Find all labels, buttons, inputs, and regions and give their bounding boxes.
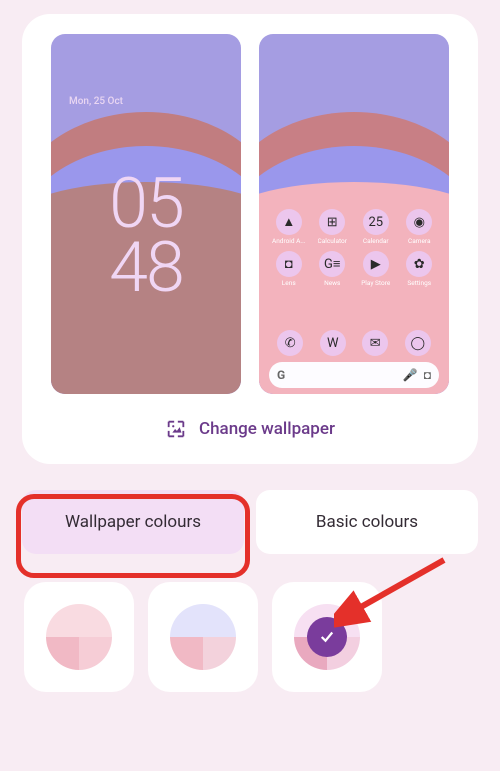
app-label: Lens bbox=[282, 279, 296, 287]
app-icon: ⊞ bbox=[319, 209, 345, 235]
mic-icon[interactable]: 🎤 bbox=[403, 368, 418, 382]
lockscreen-preview[interactable]: Mon, 25 Oct 05 48 bbox=[51, 34, 241, 394]
home-app-grid: ▲ Android A... ⊞ Calculator 25 Calendar ◉ Camer… bbox=[269, 209, 439, 287]
lens-icon[interactable]: ◘ bbox=[424, 368, 431, 382]
app-label: Android A... bbox=[272, 237, 306, 245]
selected-check-icon bbox=[307, 617, 347, 657]
dock-browser[interactable]: ◯ bbox=[405, 330, 431, 356]
lock-date: Mon, 25 Oct bbox=[69, 96, 123, 107]
app-0[interactable]: ▲ Android A... bbox=[269, 209, 309, 245]
wallpaper-icon bbox=[165, 418, 187, 440]
dock-messages[interactable]: ✉ bbox=[362, 330, 388, 356]
app-icon: ▲ bbox=[276, 209, 302, 235]
home-dock: ✆ W ✉ ◯ bbox=[269, 330, 439, 356]
colour-source-tabs: Wallpaper colours Basic colours bbox=[22, 490, 478, 554]
app-4[interactable]: ◘ Lens bbox=[269, 251, 309, 287]
dock-wear[interactable]: W bbox=[320, 330, 346, 356]
app-label: Play Store bbox=[361, 279, 390, 287]
swatch-purple[interactable] bbox=[272, 582, 382, 692]
app-icon: ✿ bbox=[406, 251, 432, 277]
lock-minute: 48 bbox=[51, 236, 241, 300]
colour-preview bbox=[46, 604, 112, 670]
app-icon: ◉ bbox=[406, 209, 432, 235]
homescreen-preview[interactable]: ▲ Android A... ⊞ Calculator 25 Calendar ◉ Camer… bbox=[259, 34, 449, 394]
app-label: Calculator bbox=[318, 237, 347, 245]
app-label: News bbox=[324, 279, 340, 287]
swatch-blue[interactable] bbox=[148, 582, 258, 692]
change-wallpaper-label: Change wallpaper bbox=[199, 419, 335, 439]
tab-basic-colours[interactable]: Basic colours bbox=[256, 490, 478, 554]
app-icon: 25 bbox=[363, 209, 389, 235]
tab-basic-label: Basic colours bbox=[316, 512, 418, 532]
app-icon: ◘ bbox=[276, 251, 302, 277]
app-7[interactable]: ✿ Settings bbox=[400, 251, 440, 287]
app-icon: G≡ bbox=[319, 251, 345, 277]
app-1[interactable]: ⊞ Calculator bbox=[313, 209, 353, 245]
app-label: Camera bbox=[408, 237, 431, 245]
app-5[interactable]: G≡ News bbox=[313, 251, 353, 287]
dock-phone[interactable]: ✆ bbox=[277, 330, 303, 356]
app-icon: ▶ bbox=[363, 251, 389, 277]
colour-preview bbox=[170, 604, 236, 670]
change-wallpaper-button[interactable]: Change wallpaper bbox=[42, 418, 458, 440]
lock-time: 05 48 bbox=[51, 172, 241, 301]
wallpaper-previews: Mon, 25 Oct 05 48 ▲ Android A... ⊞ Calculat… bbox=[42, 34, 458, 394]
app-label: Calendar bbox=[363, 237, 389, 245]
colour-swatches bbox=[24, 582, 476, 692]
app-3[interactable]: ◉ Camera bbox=[400, 209, 440, 245]
search-bar[interactable]: G 🎤 ◘ bbox=[269, 362, 439, 388]
app-2[interactable]: 25 Calendar bbox=[356, 209, 396, 245]
tab-wallpaper-colours[interactable]: Wallpaper colours bbox=[22, 490, 244, 554]
swatch-pink[interactable] bbox=[24, 582, 134, 692]
google-g-icon: G bbox=[277, 368, 285, 382]
app-6[interactable]: ▶ Play Store bbox=[356, 251, 396, 287]
app-label: Settings bbox=[407, 279, 431, 287]
preview-card: Mon, 25 Oct 05 48 ▲ Android A... ⊞ Calculat… bbox=[22, 14, 478, 464]
tab-wallpaper-label: Wallpaper colours bbox=[65, 512, 201, 532]
